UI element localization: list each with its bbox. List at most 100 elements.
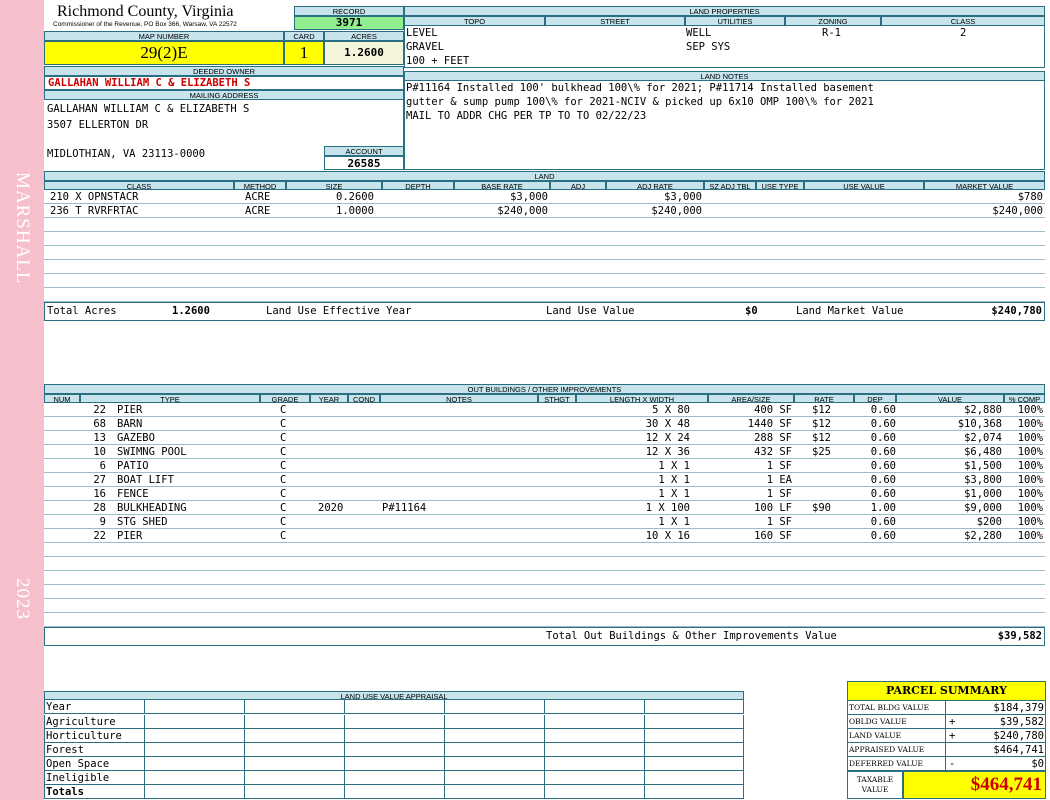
outbuilding-dep: 0.60 [870, 404, 896, 416]
outbuilding-type: GAZEBO [117, 432, 155, 444]
land-method: ACRE [245, 191, 271, 203]
outbuilding-area: 1440 SF [747, 418, 792, 430]
outbuilding-lw: 1 X 1 [658, 488, 690, 500]
utility-2: SEP SYS [686, 41, 731, 53]
outbuilding-num: 68 [93, 418, 106, 430]
lp-header-topo: TOPO [404, 16, 545, 26]
outbuilding-row [44, 571, 1045, 585]
outbuilding-grade: C [280, 460, 287, 472]
ob-header-year: YEAR [310, 394, 348, 403]
appraisal-cell-divider [344, 757, 345, 771]
taxable-value-label: TAXABLE VALUE [847, 771, 903, 799]
account-number: 26585 [324, 156, 404, 170]
outbuilding-dep: 0.60 [870, 474, 896, 486]
appraisal-row [44, 743, 744, 757]
appraisal-cell-divider [444, 757, 445, 771]
outbuilding-value: $10,368 [957, 418, 1002, 430]
appraisal-cell-divider [544, 771, 545, 785]
land-header-size: SIZE [286, 181, 382, 190]
land-row [44, 274, 1045, 288]
land-header-use-value: USE VALUE [804, 181, 924, 190]
land-notes-title: LAND NOTES [404, 71, 1045, 81]
outbuilding-lw: 1 X 100 [645, 502, 690, 514]
outbuilding-value: $3,800 [964, 474, 1002, 486]
outbuilding-rate: $90 [812, 502, 831, 514]
summary-value: $464,741 [993, 744, 1044, 756]
land-use-appraisal-title: LAND USE VALUE APPRAISAL [44, 691, 744, 700]
outbuilding-row [44, 599, 1045, 613]
appraisal-cell-divider [144, 757, 145, 771]
outbuilding-dep: 0.60 [870, 516, 896, 528]
appraisal-cell-divider [244, 757, 245, 771]
outbuilding-row [44, 557, 1045, 571]
ob-header-sthgt: STHGT [538, 394, 576, 403]
outbuilding-num: 10 [93, 446, 106, 458]
land-use-value-label: Land Use Value [546, 305, 635, 317]
summary-label: OBLDG VALUE [849, 717, 907, 726]
outbuildings-total-value: $39,582 [997, 630, 1042, 642]
land-adj-rate: $240,000 [651, 205, 702, 217]
land-header-sz-adj: SZ ADJ TBL [704, 181, 756, 190]
appraisal-cell-divider [544, 700, 545, 714]
appraisal-cell-divider [644, 700, 645, 714]
outbuilding-type: BARN [117, 418, 143, 430]
parcel-summary-title: PARCEL SUMMARY [847, 681, 1046, 701]
topo-1: LEVEL [406, 27, 438, 39]
land-header-adj: ADJ [550, 181, 606, 190]
outbuilding-grade: C [280, 404, 287, 416]
land-note-3: MAIL TO ADDR CHG PER TP TO TO 02/22/23 [406, 110, 647, 122]
outbuildings-title: OUT BUILDINGS / OTHER IMPROVEMENTS [44, 384, 1045, 394]
acres-value: 1.2600 [324, 41, 404, 65]
ob-header-length-width: LENGTH X WIDTH [576, 394, 708, 403]
taxable-value: $464,741 [903, 771, 1046, 799]
lp-header-street: STREET [545, 16, 685, 26]
land-class: 236 T RVRFRTAC [50, 205, 139, 217]
appraisal-cell-divider [644, 771, 645, 785]
land-market-value-label: Land Market Value [796, 305, 904, 317]
land-header-adj-rate: ADJ RATE [606, 181, 704, 190]
outbuilding-type: PIER [117, 404, 143, 416]
appraisal-cell-divider [644, 729, 645, 743]
appraisal-cell-divider [144, 700, 145, 714]
outbuilding-area: 1 EA [766, 474, 792, 486]
total-acres-value: 1.2600 [172, 305, 210, 317]
appraisal-cell-divider [544, 743, 545, 757]
land-header-depth: DEPTH [382, 181, 454, 190]
topo-3: 100 + FEET [406, 55, 470, 67]
summary-label: LAND VALUE [849, 731, 902, 740]
appraisal-row [44, 715, 744, 729]
outbuilding-type: SWIMNG POOL [117, 446, 187, 458]
outbuilding-area: 1 SF [766, 516, 792, 528]
appraisal-cell-divider [244, 785, 245, 799]
outbuilding-comp: 100% [1017, 474, 1043, 486]
appraisal-row [44, 757, 744, 771]
appraisal-cell-divider [144, 785, 145, 799]
account-label: ACCOUNT [324, 146, 404, 156]
record-value: 3971 [294, 16, 404, 30]
land-use-value: $0 [745, 305, 758, 317]
outbuilding-value: $6,480 [964, 446, 1002, 458]
outbuilding-comp: 100% [1017, 418, 1043, 430]
outbuilding-lw: 1 X 1 [658, 460, 690, 472]
card-label: CARD [284, 31, 324, 41]
outbuilding-type: PIER [117, 530, 143, 542]
outbuilding-area: 100 LF [754, 502, 792, 514]
mailing-address-label: MAILING ADDRESS [44, 90, 404, 100]
sidebar: MARSHALL 2023 [0, 0, 44, 800]
utility-1: WELL [686, 27, 712, 39]
lp-header-class: CLASS [881, 16, 1045, 26]
deeded-owner-label: DEEDED OWNER [44, 66, 404, 76]
appraisal-cell-divider [444, 743, 445, 757]
outbuilding-num: 27 [93, 474, 106, 486]
land-note-2: gutter & sump pump 100\% for 2021-NCIV &… [406, 96, 874, 108]
outbuilding-rate: $12 [812, 404, 831, 416]
appraisal-row-label: Ineligible [46, 772, 110, 784]
outbuilding-dep: 1.00 [870, 502, 896, 514]
outbuilding-num: 13 [93, 432, 106, 444]
outbuilding-dep: 0.60 [870, 488, 896, 500]
appraisal-cell-divider [244, 743, 245, 757]
lp-header-zoning: ZONING [785, 16, 881, 26]
appraisal-cell-divider [644, 715, 645, 729]
appraisal-cell-divider [344, 785, 345, 799]
outbuilding-grade: C [280, 502, 287, 514]
